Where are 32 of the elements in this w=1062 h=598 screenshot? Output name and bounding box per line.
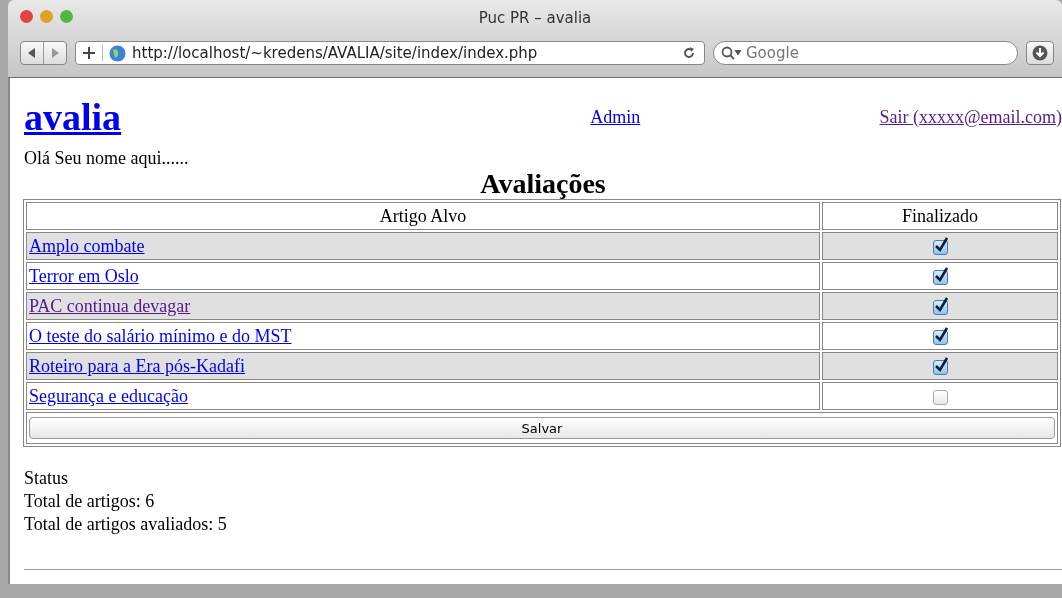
admin-link[interactable]: Admin (590, 106, 641, 128)
download-button[interactable] (1026, 41, 1054, 65)
table-title: Avaliações (479, 169, 607, 199)
checkbox[interactable] (932, 389, 948, 405)
plus-icon[interactable] (82, 46, 96, 60)
column-header: Finalizado (822, 202, 1058, 230)
status-title: Status (24, 467, 69, 490)
checkbox[interactable] (932, 239, 948, 255)
download-icon (1032, 45, 1048, 61)
column-header: Artigo Alvo (26, 202, 820, 230)
reload-icon[interactable] (682, 46, 696, 60)
article-link[interactable]: PAC continua devagar (29, 295, 191, 316)
article-link[interactable]: Segurança e educação (29, 385, 188, 406)
status-line: Total de artigos avaliados: 5 (24, 513, 228, 536)
checkbox[interactable] (932, 329, 948, 345)
checkbox[interactable] (932, 299, 948, 315)
globe-icon (109, 44, 126, 62)
url-text: http://localhost/~kredens/AVALIA/site/index/index.php (132, 44, 539, 62)
checkbox[interactable] (932, 269, 948, 285)
checkbox[interactable] (932, 359, 948, 375)
close-button[interactable] (20, 10, 33, 23)
save-button[interactable]: Salvar (29, 417, 1055, 440)
search-field[interactable]: Google (713, 41, 1018, 65)
greeting-text: Olá Seu nome aqui...... (24, 148, 190, 169)
window-title: Puc PR – avalia (478, 9, 592, 27)
address-field[interactable]: http://localhost/~kredens/AVALIA/site/index/index.php (75, 41, 705, 65)
article-link[interactable]: Terror em Oslo (29, 265, 139, 286)
article-link[interactable]: Amplo combate (29, 235, 145, 256)
logo-link[interactable]: avalia (24, 95, 122, 139)
search-icon (721, 46, 741, 60)
status-line: Total de artigos: 6 (24, 490, 156, 513)
logout-link[interactable]: Sair (xxxxx@email.com) (879, 106, 1062, 128)
